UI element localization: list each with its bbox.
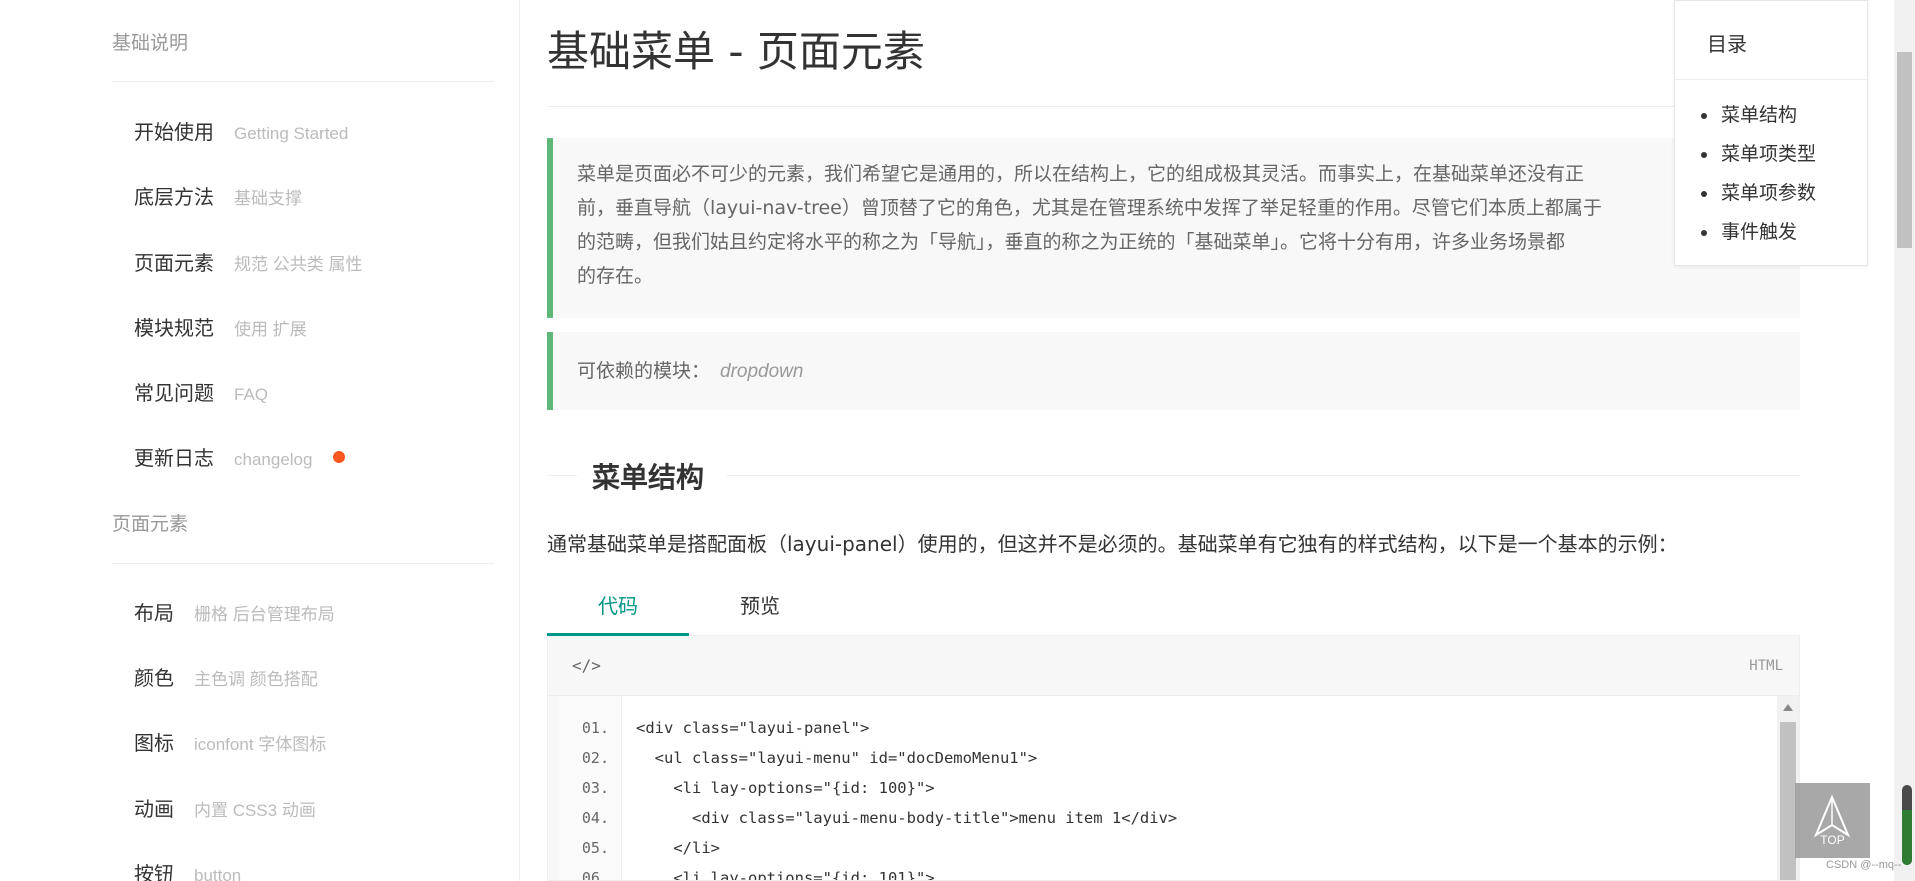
- line-number: 06.: [581, 869, 609, 881]
- sidebar-item-sublabel: button: [194, 866, 242, 881]
- toc-item-menu-item-types[interactable]: 菜单项类型: [1701, 135, 1816, 174]
- code-line: <li lay-options="{id: 100}">: [636, 779, 935, 797]
- sidebar-item-label: 页面元素: [134, 251, 214, 275]
- sidebar-divider: [112, 81, 494, 82]
- quote-line: 前，垂直导航（layui-nav-tree）曾顶替了它的角色，尤其是在管理系统中…: [577, 197, 1602, 219]
- sidebar-item-sublabel: 内置 CSS3 动画: [194, 801, 316, 820]
- line-number: 01.: [581, 719, 609, 737]
- line-number: 03.: [581, 779, 609, 797]
- sidebar-item-sublabel: changelog: [234, 450, 313, 469]
- code-line: <li lay-options="{id: 101}">: [636, 869, 935, 881]
- back-to-top-button[interactable]: TOP: [1795, 783, 1870, 858]
- dependency-blockquote: 可依赖的模块： dropdown: [547, 332, 1800, 410]
- page-scrollbar-thumb[interactable]: [1897, 52, 1912, 248]
- code-scrollbar-thumb[interactable]: [1780, 722, 1796, 880]
- code-language: HTML: [1749, 658, 1783, 674]
- new-badge-dot: [333, 450, 346, 463]
- toc-item-menu-item-params[interactable]: 菜单项参数: [1701, 174, 1816, 213]
- code-body: 01. 02. 03. 04. 05. 06. <div class="layu…: [558, 696, 1799, 880]
- section-title: 菜单结构: [592, 461, 705, 494]
- line-numbers: 01. 02. 03. 04. 05. 06.: [558, 696, 622, 880]
- sidebar-item-label: 底层方法: [134, 185, 214, 209]
- sidebar-item-changelog[interactable]: 更新日志 changelog: [134, 442, 346, 471]
- side-indicator: [1902, 785, 1912, 865]
- sidebar-item-label: 图标: [134, 731, 174, 755]
- sidebar-item-module-spec[interactable]: 模块规范 使用 扩展: [134, 312, 307, 341]
- sidebar-item-label: 颜色: [134, 666, 174, 690]
- toc-item-events[interactable]: 事件触发: [1701, 213, 1816, 252]
- sidebar-item-label: 模块规范: [134, 316, 214, 340]
- title-divider: [547, 106, 1800, 107]
- sidebar-item-label: 开始使用: [134, 120, 214, 144]
- toc-divider: [1675, 79, 1867, 80]
- scroll-up-arrow-icon[interactable]: [1783, 704, 1793, 711]
- code-tag-icon: </>: [572, 656, 601, 675]
- sidebar-item-sublabel: 规范 公共类 属性: [234, 255, 363, 274]
- code-header: </> HTML: [548, 636, 1799, 696]
- toc-item-menu-structure[interactable]: 菜单结构: [1701, 96, 1816, 135]
- toc-list: 菜单结构 菜单项类型 菜单项参数 事件触发: [1701, 96, 1816, 252]
- sidebar-item-label: 按钮: [134, 862, 174, 881]
- side-indicator-fill: [1902, 810, 1912, 865]
- line-number: 02.: [581, 749, 609, 767]
- sidebar-item-label: 布局: [134, 601, 174, 625]
- sidebar-divider: [112, 563, 494, 564]
- sidebar-item-sublabel: FAQ: [234, 385, 269, 404]
- code-line: <ul class="layui-menu" id="docDemoMenu1"…: [636, 749, 1038, 767]
- sidebar-item-base-methods[interactable]: 底层方法 基础支撑: [134, 181, 302, 210]
- code-tabs: 代码 预览: [547, 578, 1800, 636]
- code-block: </> HTML 01. 02. 03. 04. 05. 06. <div cl…: [547, 636, 1800, 881]
- page-scrollbar[interactable]: [1894, 0, 1915, 881]
- quote-line: 的范畴，但我们姑且约定将水平的称之为「导航」，垂直的称之为正统的「基础菜单」。它…: [577, 231, 1566, 253]
- code-line: </li>: [636, 839, 720, 857]
- sidebar-item-sublabel: iconfont 字体图标: [194, 735, 327, 754]
- sidebar-item-color[interactable]: 颜色 主色调 颜色搭配: [134, 662, 318, 691]
- sidebar-item-sublabel: 栅格 后台管理布局: [194, 605, 335, 624]
- sidebar-item-label: 动画: [134, 797, 174, 821]
- code-lines: <div class="layui-panel"> <ul class="lay…: [622, 696, 1799, 880]
- code-line: <div class="layui-panel">: [636, 719, 870, 737]
- sidebar-item-button[interactable]: 按钮 button: [134, 858, 241, 881]
- sidebar-item-sublabel: 基础支撑: [234, 189, 302, 208]
- watermark: CSDN @--mq--: [1826, 859, 1902, 871]
- sidebar-item-label: 常见问题: [134, 381, 214, 405]
- sidebar-item-getting-started[interactable]: 开始使用 Getting Started: [134, 116, 348, 145]
- intro-blockquote: 菜单是页面必不可少的元素，我们希望它是通用的，所以在结构上，它的组成极其灵活。而…: [547, 138, 1800, 318]
- depends-module: dropdown: [720, 361, 804, 382]
- code-line: <div class="layui-menu-body-title">menu …: [636, 809, 1178, 827]
- section-rule-right: [727, 475, 1800, 476]
- section-intro: 通常基础菜单是搭配面板（layui-panel）使用的，但这并不是必须的。基础菜…: [547, 532, 1678, 556]
- section-rule-left: [547, 475, 577, 476]
- sidebar-item-label: 更新日志: [134, 446, 214, 470]
- back-to-top-label: TOP: [1820, 833, 1845, 847]
- sidebar-item-sublabel: 使用 扩展: [234, 320, 307, 339]
- sidebar-item-layout[interactable]: 布局 栅格 后台管理布局: [134, 597, 335, 626]
- sidebar: 基础说明 开始使用 Getting Started 底层方法 基础支撑 页面元素…: [0, 0, 520, 881]
- quote-line: 的存在。: [577, 265, 654, 287]
- depends-label: 可依赖的模块：: [577, 360, 711, 382]
- sidebar-item-animation[interactable]: 动画 内置 CSS3 动画: [134, 793, 316, 822]
- sidebar-item-sublabel: Getting Started: [234, 124, 349, 143]
- sidebar-group-basics: 基础说明: [112, 32, 189, 54]
- line-number: 05.: [581, 839, 609, 857]
- line-number: 04.: [581, 809, 609, 827]
- sidebar-item-faq[interactable]: 常见问题 FAQ: [134, 377, 268, 406]
- table-of-contents: 目录 菜单结构 菜单项类型 菜单项参数 事件触发: [1674, 0, 1868, 266]
- tab-code[interactable]: 代码: [547, 590, 689, 636]
- sidebar-item-page-elements[interactable]: 页面元素 规范 公共类 属性: [134, 247, 362, 276]
- sidebar-group-page-elements: 页面元素: [112, 513, 189, 535]
- sidebar-item-sublabel: 主色调 颜色搭配: [194, 670, 318, 689]
- sidebar-item-icon[interactable]: 图标 iconfont 字体图标: [134, 727, 326, 756]
- tab-preview[interactable]: 预览: [689, 590, 831, 636]
- page-title: 基础菜单 - 页面元素: [547, 27, 925, 76]
- quote-line: 菜单是页面必不可少的元素，我们希望它是通用的，所以在结构上，它的组成极其灵活。而…: [577, 163, 1585, 185]
- toc-title: 目录: [1707, 32, 1747, 56]
